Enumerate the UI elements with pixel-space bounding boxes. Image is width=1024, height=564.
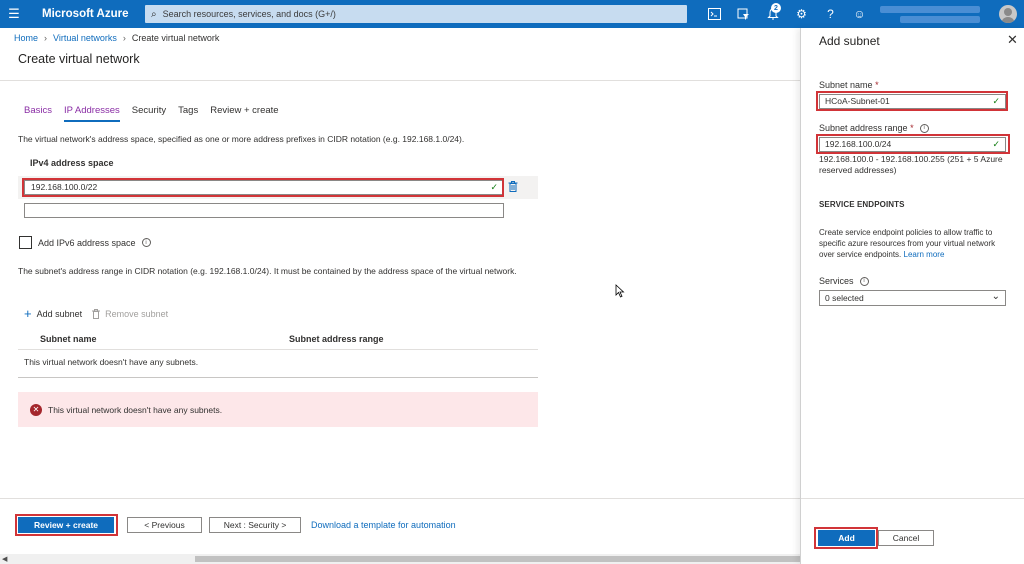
service-endpoints-heading: SERVICE ENDPOINTS xyxy=(819,200,905,209)
mouse-cursor-icon xyxy=(615,284,625,298)
breadcrumb-current: Create virtual network xyxy=(131,33,220,43)
ipv4-address-empty-input[interactable] xyxy=(24,203,504,218)
breadcrumb-virtual-networks[interactable]: Virtual networks xyxy=(53,33,117,43)
plus-icon: + xyxy=(24,306,32,321)
subnet-description: The subnet's address range in CIDR notat… xyxy=(18,266,517,276)
tab-review-create[interactable]: Review + create xyxy=(210,105,278,122)
address-space-description: The virtual network's address space, spe… xyxy=(18,134,465,144)
highlight-box-subnet-range xyxy=(816,134,1010,154)
settings-gear-icon[interactable]: ⚙ xyxy=(787,0,816,28)
ipv6-label: Add IPv6 address space xyxy=(38,237,136,248)
highlight-box-subnet-name xyxy=(816,91,1008,111)
scrollbar-thumb[interactable] xyxy=(195,556,800,562)
table-row: This virtual network doesn't have any su… xyxy=(24,357,199,367)
notification-count-badge: 2 xyxy=(771,3,781,13)
subnet-table-header: Subnet name Subnet address range xyxy=(18,334,538,348)
required-asterisk: * xyxy=(875,80,879,90)
hamburger-menu-icon[interactable]: ☰ xyxy=(0,0,28,28)
feedback-smiley-icon[interactable]: ☺ xyxy=(845,0,874,28)
notifications-bell-icon[interactable]: 2 xyxy=(758,0,787,28)
subnet-name-label: Subnet name * xyxy=(819,80,879,90)
ipv6-checkbox[interactable] xyxy=(19,236,32,249)
scroll-left-arrow-icon[interactable]: ◀ xyxy=(2,555,7,563)
highlight-box-add xyxy=(814,527,878,549)
add-subnet-panel: Add subnet ✕ Subnet name * HCoA-Subnet-0… xyxy=(800,28,1024,564)
column-subnet-name: Subnet name xyxy=(40,334,97,344)
subnet-range-note: 192.168.100.0 - 192.168.100.255 (251 + 5… xyxy=(819,154,1003,175)
tab-basics[interactable]: Basics xyxy=(24,105,52,122)
search-icon: ⌕ xyxy=(151,8,157,20)
remove-subnet-label: Remove subnet xyxy=(105,309,169,319)
cancel-button[interactable]: Cancel xyxy=(878,530,934,546)
page-title: Create virtual network xyxy=(18,52,140,66)
ipv4-address-space-label: IPv4 address space xyxy=(30,158,114,168)
services-dropdown[interactable]: 0 selected ⌄ xyxy=(819,290,1006,306)
chevron-down-icon: ⌄ xyxy=(991,291,1000,302)
services-selected-value: 0 selected xyxy=(825,293,864,303)
brand-title[interactable]: Microsoft Azure xyxy=(42,8,142,20)
subnet-name-label-text: Subnet name xyxy=(819,80,873,90)
account-directory-redacted xyxy=(900,16,980,23)
next-security-button[interactable]: Next : Security > xyxy=(209,517,301,533)
info-icon[interactable]: i xyxy=(859,276,869,286)
breadcrumb-chevron-icon: › xyxy=(44,33,48,43)
horizontal-scrollbar[interactable]: ◀ xyxy=(0,554,800,564)
tab-ip-addresses[interactable]: IP Addresses xyxy=(63,105,120,122)
wizard-tabs: Basics IP Addresses Security Tags Review… xyxy=(24,105,279,122)
add-subnet-label: Add subnet xyxy=(36,309,83,319)
tab-tags[interactable]: Tags xyxy=(178,105,198,122)
services-label-text: Services xyxy=(819,276,854,286)
avatar-head-shape xyxy=(1004,8,1012,16)
table-header-divider xyxy=(18,349,538,350)
breadcrumb-chevron-icon: › xyxy=(122,33,126,43)
cloud-shell-icon[interactable] xyxy=(700,0,729,28)
account-info[interactable] xyxy=(880,4,990,24)
breadcrumb-home[interactable]: Home xyxy=(14,33,38,43)
download-template-link[interactable]: Download a template for automation xyxy=(311,520,456,530)
column-subnet-address-range: Subnet address range xyxy=(289,334,384,344)
previous-button[interactable]: < Previous xyxy=(127,517,202,533)
breadcrumb: Home › Virtual networks › Create virtual… xyxy=(14,33,219,43)
subnet-range-label: Subnet address range * i xyxy=(819,123,929,133)
error-x-icon: ✕ xyxy=(30,403,42,416)
trash-icon xyxy=(92,309,101,319)
help-question-icon[interactable]: ? xyxy=(816,0,845,28)
top-icon-bar: 2 ⚙ ? ☺ xyxy=(700,0,874,28)
panel-title: Add subnet xyxy=(819,34,880,48)
service-endpoints-note: Create service endpoint policies to allo… xyxy=(819,227,1011,260)
highlight-box-ipv4 xyxy=(22,178,504,197)
directory-filter-icon[interactable] xyxy=(729,0,758,28)
learn-more-link[interactable]: Learn more xyxy=(904,250,945,259)
add-subnet-button[interactable]: + Add subnet xyxy=(24,306,83,321)
panel-footer-divider xyxy=(801,498,1024,499)
subnet-toolbar: + Add subnet Remove subnet xyxy=(24,306,168,321)
info-icon[interactable]: i xyxy=(141,238,151,247)
title-divider xyxy=(0,80,800,81)
table-row-divider xyxy=(18,377,538,378)
avatar-body-shape xyxy=(1001,17,1015,23)
account-name-redacted xyxy=(880,6,980,13)
tab-security[interactable]: Security xyxy=(132,105,166,122)
user-avatar[interactable] xyxy=(999,5,1017,23)
info-icon[interactable]: i xyxy=(919,123,929,133)
search-placeholder: Search resources, services, and docs (G+… xyxy=(162,9,336,19)
error-message-text: This virtual network doesn't have any su… xyxy=(48,404,223,415)
global-search-input[interactable]: ⌕ Search resources, services, and docs (… xyxy=(145,5,687,23)
close-icon[interactable]: ✕ xyxy=(1007,32,1018,48)
ipv6-option: Add IPv6 address space i xyxy=(19,236,151,249)
footer-divider xyxy=(0,498,800,499)
remove-subnet-button[interactable]: Remove subnet xyxy=(92,309,168,319)
subnet-range-label-text: Subnet address range xyxy=(819,123,908,133)
delete-trash-icon[interactable] xyxy=(508,181,518,195)
services-label: Services i xyxy=(819,276,869,286)
highlight-box-review-create xyxy=(15,514,118,536)
error-message-bar: ✕ This virtual network doesn't have any … xyxy=(18,392,538,427)
required-asterisk: * xyxy=(910,123,914,133)
